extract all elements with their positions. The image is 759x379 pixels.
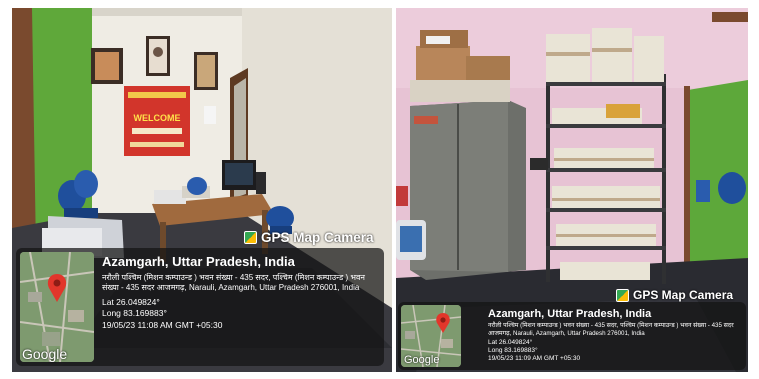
timestamp: 19/05/23 11:09 AM GMT +05:30 — [488, 354, 581, 362]
gps-camera-text: GPS Map Camera — [633, 288, 734, 302]
banner-welcome-text: WELCOME — [134, 113, 181, 123]
location-address: नरौली पश्चिम (मिशन कम्पाउन्ड ) भवन संख्य… — [102, 273, 365, 292]
location-title: Azamgarh, Uttar Pradesh, India — [102, 254, 295, 269]
location-address: नरौली पश्चिम (मिशन कम्पाउन्ड ) भवन संख्य… — [488, 322, 734, 337]
longitude: Long 83.169883° — [488, 346, 538, 354]
longitude: Long 83.169883° — [102, 308, 167, 319]
location-title: Azamgarh, Uttar Pradesh, India — [488, 308, 652, 320]
timestamp: 19/05/23 11:08 AM GMT +05:30 — [102, 319, 223, 330]
gps-map-camera-icon — [616, 288, 629, 302]
gps-camera-text: GPS Map Camera — [261, 230, 374, 245]
gps-camera-label: GPS Map Camera — [244, 230, 374, 245]
geotag-stamp: Google Azamgarh, Uttar Pradesh, India नर… — [398, 302, 746, 370]
latitude: Lat 26.049824° — [102, 297, 160, 307]
gps-map-camera-icon — [244, 231, 257, 244]
geotag-stamp: Google Azamgarh, Uttar Pradesh, India नर… — [16, 248, 384, 366]
google-watermark: Google — [22, 346, 68, 362]
latitude: Lat 26.049824° — [488, 338, 533, 346]
gps-camera-label: GPS Map Camera — [616, 288, 733, 302]
office-photo-right: GPS Map Camera Google Azamgarh, Uttar Pr… — [396, 8, 748, 372]
google-watermark: Google — [404, 354, 440, 366]
office-photo-left: WELCOME GPS Map Camera Google Azamgarh, … — [12, 8, 392, 372]
